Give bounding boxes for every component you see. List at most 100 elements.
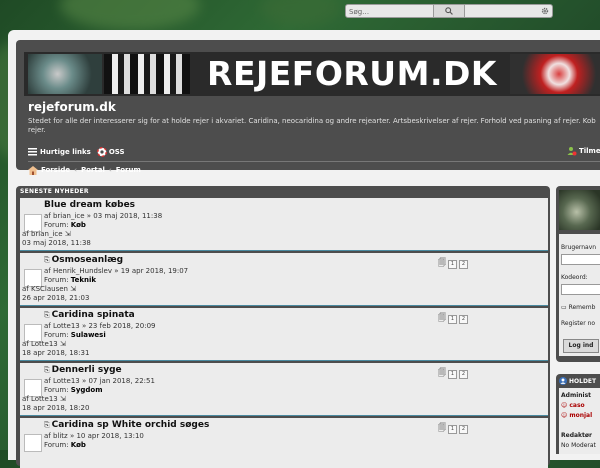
topic-forum-label: Forum: [44,331,69,339]
topic-byline: af Lotte13 » 23 feb 2018, 20:09 [44,322,156,330]
site-description: Stedet for alle der interesserer sig for… [28,117,596,134]
remember-me[interactable]: ▭ Rememb [561,304,595,311]
topic-title[interactable]: ⎘ Dennerli syge [44,365,122,375]
password-label: Kodeord: [561,274,588,281]
attachment-icon: ⎘ [44,366,50,374]
search-button[interactable] [434,4,465,18]
login-form: Brugernavn Kodeord: ▭ Rememb Register no… [559,234,600,356]
last-post-time: 03 maj 2018, 11:38 [22,239,91,247]
user-icon [559,377,567,385]
topic-title-text: Osmoseanlæg [51,255,124,265]
admin-user[interactable]: ☺ monjal [561,412,592,419]
topic-icon [24,434,42,452]
latest-news-panel: SENESTE NYHEDER Blue dream købes af bria… [16,186,550,468]
home-icon [28,165,38,175]
admin-avatar-icon: ☺ [561,412,568,419]
password-field[interactable] [561,284,600,295]
nav-divider [28,161,600,162]
site-banner[interactable]: REJEFORUM.DK [24,52,600,96]
page-link[interactable]: 2 [459,424,468,434]
topic-forum[interactable]: Køb [71,221,86,229]
lifebuoy-icon [96,147,107,157]
login-panel-photo [559,190,600,230]
remember-checkbox[interactable]: ▭ [561,304,567,311]
last-post-icon[interactable]: ⇲ [65,230,71,238]
pages-icon: 🗐 [438,368,446,377]
search-input[interactable]: Søg… [345,4,434,18]
attachment-icon: ⎘ [44,421,50,429]
last-post-author[interactable]: af brian_ice [22,230,63,238]
admin-user[interactable]: ☺ caso [561,402,585,409]
last-post-icon[interactable]: ⇲ [60,340,66,348]
login-button[interactable]: Log ind [563,339,599,353]
list-item: Blue dream købes af brian_ice » 03 maj 2… [20,198,548,251]
topic-title[interactable]: ⎘ Caridina spinata [44,310,135,320]
breadcrumb-portal[interactable]: Portal [81,166,105,174]
page-link[interactable]: 1 [448,314,457,324]
topic-forum[interactable]: Sulawesi [71,331,106,339]
page-link[interactable]: 1 [448,259,457,269]
latest-news-heading: SENESTE NYHEDER [20,188,89,195]
quick-links-label: Hurtige links [40,148,91,156]
breadcrumb-home[interactable]: Forside [41,166,70,174]
faq-link[interactable]: OSS [96,147,125,157]
attachment-icon: ⎘ [44,256,50,264]
gear-icon [541,7,549,15]
register-now-link[interactable]: Register no [561,320,595,327]
last-post-time: 26 apr 2018, 21:03 [22,294,90,302]
topic-byline: af Lotte13 » 07 jan 2018, 22:51 [44,377,155,385]
admin-name: caso [569,402,585,409]
topic-pagination: 🗐 1 2 [438,312,468,326]
banner-title: REJEFORUM.DK [207,54,497,93]
admins-label: Administ [561,392,592,399]
pages-icon: 🗐 [438,423,446,432]
breadcrumb-separator: ‹ [74,166,77,174]
topic-forum-label: Forum: [44,276,69,284]
banner-shrimp-photo [104,54,190,94]
username-field[interactable] [561,254,600,265]
topic-pagination: 🗐 1 2 [438,422,468,436]
last-post-time: 18 apr 2018, 18:20 [22,404,90,412]
topic-title-text: Dennerli syge [51,365,122,375]
register-label: Tilmeld [578,147,600,155]
register-link[interactable]: Tilmeld [567,146,600,156]
topic-title[interactable]: Blue dream købes [44,200,135,210]
list-item: ⎘ Dennerli syge af Lotte13 » 07 jan 2018,… [20,363,548,416]
topic-meta: af Henrik_Hundslev » 19 apr 2018, 19:07 … [44,267,188,285]
page-link[interactable]: 2 [459,314,468,324]
username-label: Brugernavn [561,244,597,251]
topic-forum[interactable]: Køb [71,441,86,449]
banner-shrimp-photo [510,54,600,94]
last-post-author[interactable]: af Lotte13 [22,395,58,403]
topic-last-post: af brian_ice ⇲ 03 maj 2018, 11:38 [22,230,91,248]
page-link[interactable]: 2 [459,369,468,379]
list-item: ⎘ Caridina spinata af Lotte13 » 23 feb 20… [20,308,548,361]
topic-forum[interactable]: Teknik [71,276,96,284]
background-blur [60,0,200,30]
advanced-search-button[interactable] [465,4,553,18]
last-post-icon[interactable]: ⇲ [60,395,66,403]
topic-title[interactable]: ⎘ Osmoseanlæg [44,255,123,265]
page-link[interactable]: 1 [448,369,457,379]
site-name[interactable]: rejeforum.dk [28,100,116,114]
topic-forum[interactable]: Sygdom [71,386,103,394]
faq-label: OSS [108,148,125,156]
last-post-icon[interactable]: ⇲ [70,285,76,293]
topic-title-text: Caridina spinata [51,310,135,320]
page-link[interactable]: 2 [459,259,468,269]
page-link[interactable]: 1 [448,424,457,434]
topic-last-post: af KSClausen ⇲ 26 apr 2018, 21:03 [22,285,89,303]
topic-forum-label: Forum: [44,441,69,449]
breadcrumb-forum[interactable]: Forum [116,166,141,174]
quick-links-menu[interactable]: Hurtige links [28,148,91,156]
topic-forum-label: Forum: [44,386,69,394]
topic-meta: af Lotte13 » 07 jan 2018, 22:51 Forum: S… [44,377,155,395]
search-icon [445,7,453,15]
topic-meta: af Lotte13 » 23 feb 2018, 20:09 Forum: S… [44,322,155,340]
topic-meta: af brian_ice » 03 maj 2018, 11:38 Forum:… [44,212,162,230]
topic-title[interactable]: ⎘ Caridina sp White orchid søges [44,420,209,430]
background-blur [260,0,340,26]
last-post-author[interactable]: af Lotte13 [22,340,58,348]
topic-last-post: af Lotte13 ⇲ 18 apr 2018, 18:20 [22,395,89,413]
last-post-author[interactable]: af KSClausen [22,285,68,293]
